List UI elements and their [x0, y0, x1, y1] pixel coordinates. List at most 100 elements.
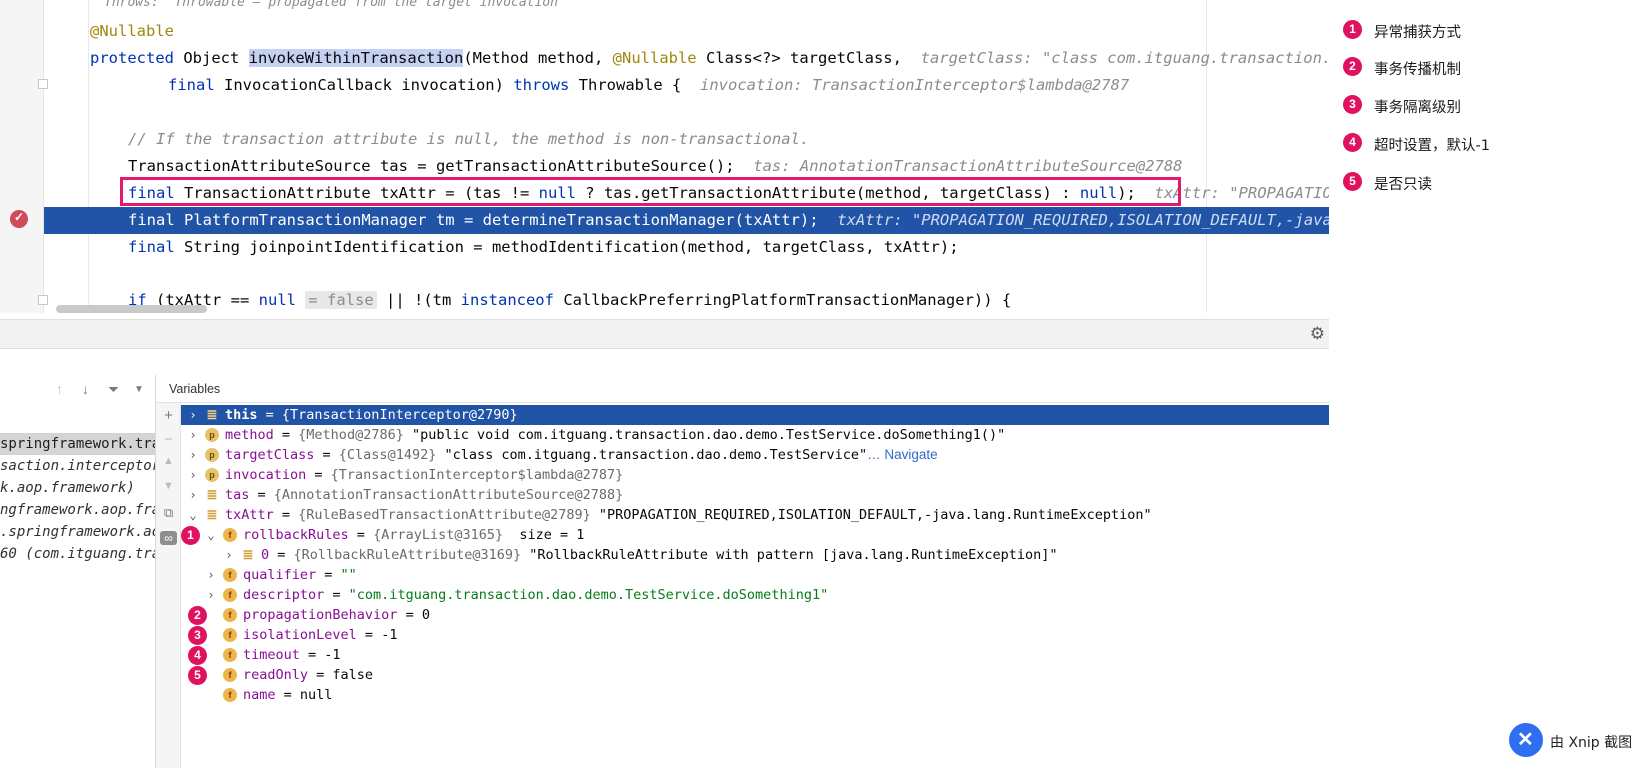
variable-eq: =: [249, 487, 274, 503]
frame-item[interactable]: springframework.tra: [0, 433, 155, 455]
code-keyword: final: [128, 238, 175, 256]
variable-row[interactable]: f propagationBehavior = 0: [181, 605, 1329, 625]
variable-value: null: [299, 687, 333, 703]
code-params: Class<?> targetClass,: [706, 49, 902, 67]
expand-arrow-icon[interactable]: ›: [187, 405, 199, 425]
variable-text: descriptor = "com.itguang.transaction.da…: [243, 585, 828, 605]
variable-eq: =: [306, 467, 331, 483]
variable-row[interactable]: › ≣ this = {TransactionInterceptor@2790}: [181, 405, 1329, 425]
code-keyword: final: [168, 76, 215, 94]
field-icon: f: [223, 688, 237, 702]
arrow-up-icon[interactable]: ↑: [56, 381, 63, 397]
remove-watch-icon[interactable]: −: [160, 431, 177, 448]
expand-arrow-icon[interactable]: ›: [205, 565, 217, 585]
variable-row[interactable]: › p targetClass = {Class@1492} "class com.…: [181, 445, 1329, 465]
horizontal-scrollbar[interactable]: [56, 305, 207, 313]
legend-text: 异常捕获方式: [1374, 25, 1461, 41]
navigate-link[interactable]: … Navigate: [867, 447, 938, 462]
code-keyword: instanceof: [460, 291, 554, 309]
code-params: (Method method,: [463, 49, 604, 67]
expand-arrow-icon[interactable]: ›: [187, 445, 199, 465]
variable-name: tas: [225, 487, 250, 503]
add-watch-icon[interactable]: +: [160, 407, 177, 424]
fold-marker-icon[interactable]: [38, 295, 48, 305]
breakpoint-icon[interactable]: [10, 210, 28, 228]
annotation-badge: 1: [181, 526, 200, 545]
variable-row[interactable]: f name = null: [181, 685, 1329, 705]
variable-text: method = {Method@2786} "public void com.…: [225, 425, 1005, 445]
collapse-arrow-icon[interactable]: ⌄: [205, 525, 217, 545]
frame-item[interactable]: ngframework.aop.fram: [0, 499, 155, 521]
debug-toolbar: ⚙: [0, 319, 1329, 349]
variable-row[interactable]: ⌄ f rollbackRules = {ArrayList@3165} size …: [181, 525, 1329, 545]
frame-item[interactable]: .springframework.aop: [0, 521, 155, 543]
javadoc-throws: Throws: Throwable – propagated from the …: [104, 0, 558, 10]
legend-text: 事务隔离级别: [1374, 100, 1461, 116]
parameter-icon: p: [205, 468, 219, 482]
variable-name: method: [225, 427, 274, 443]
move-up-icon[interactable]: ▲: [160, 455, 177, 467]
code-text: TransactionAttributeSource tas = getTran…: [128, 157, 735, 175]
chevron-down-icon[interactable]: ▼: [134, 384, 144, 395]
inline-debug-hint: targetClass: "class com.itguang.transact…: [920, 49, 1329, 67]
variable-row[interactable]: › p invocation = {TransactionInterceptor$l…: [181, 465, 1329, 485]
variable-eq: =: [397, 607, 422, 623]
variable-text: propagationBehavior = 0: [243, 605, 430, 625]
variable-name: name: [243, 687, 276, 703]
object-icon: ≣: [242, 547, 254, 562]
variables-tree[interactable]: › ≣ this = {TransactionInterceptor@2790} › p…: [181, 403, 1329, 768]
expand-arrow-icon[interactable]: ›: [187, 425, 199, 445]
variable-row[interactable]: › p method = {Method@2786} "public void co…: [181, 425, 1329, 445]
variable-ref: {TransactionInterceptor@2790}: [281, 407, 518, 423]
object-icon: ≣: [206, 407, 218, 422]
current-execution-line[interactable]: final PlatformTransactionManager tm = de…: [44, 207, 1329, 234]
variable-eq: =: [324, 587, 349, 603]
field-icon: f: [223, 608, 237, 622]
move-down-icon[interactable]: ▼: [160, 480, 177, 492]
collapse-arrow-icon[interactable]: ⌄: [187, 505, 199, 525]
variable-name: isolationLevel: [243, 627, 357, 643]
variable-text: txAttr = {RuleBasedTransactionAttribute@…: [225, 505, 1152, 525]
frames-toolbar: ↑ ↓ ⏷ ▼: [0, 375, 155, 405]
arrow-down-icon[interactable]: ↓: [82, 381, 89, 397]
expand-arrow-icon[interactable]: ›: [223, 545, 235, 565]
code-method-name[interactable]: invokeWithinTransaction: [248, 49, 464, 67]
fold-marker-icon[interactable]: [38, 79, 48, 89]
variable-ref: {AnnotationTransactionAttributeSource@27…: [273, 487, 624, 503]
editor-gutter[interactable]: [0, 0, 48, 313]
code-line-tas: TransactionAttributeSource tas = getTran…: [128, 153, 1183, 180]
frames-panel[interactable]: ↑ ↓ ⏷ ▼ springframework.tra saction.inte…: [0, 375, 156, 768]
variable-row[interactable]: ⌄ ≣ txAttr = {RuleBasedTransactionAttribut…: [181, 505, 1329, 525]
infinity-icon[interactable]: ∞: [160, 531, 177, 545]
variable-row[interactable]: › ≣ tas = {AnnotationTransactionAttributeS…: [181, 485, 1329, 505]
variable-value: "PROPAGATION_REQUIRED,ISOLATION_DEFAULT,…: [590, 507, 1152, 523]
variables-sidebar: + − ▲ ▼ ⧉ ∞: [156, 403, 181, 768]
frame-item[interactable]: 60 (com.itguang.tra: [0, 543, 155, 565]
expand-arrow-icon[interactable]: ›: [187, 485, 199, 505]
variable-value: "com.itguang.transaction.dao.demo.TestSe…: [348, 587, 829, 603]
variable-row[interactable]: f readOnly = false: [181, 665, 1329, 685]
variable-name: 0: [261, 547, 270, 563]
variable-row[interactable]: › ≣ 0 = {RollbackRuleAttribute@3169} "Roll…: [181, 545, 1329, 565]
variable-text: name = null: [243, 685, 332, 705]
expand-arrow-icon[interactable]: ›: [187, 465, 199, 485]
variable-row[interactable]: › f descriptor = "com.itguang.transaction.…: [181, 585, 1329, 605]
code-editor[interactable]: Throws: Throwable – propagated from the …: [0, 0, 1329, 313]
filter-icon[interactable]: ⏷: [108, 381, 119, 398]
copy-icon[interactable]: ⧉: [160, 505, 177, 521]
variable-eq: =: [269, 547, 294, 563]
variable-name: rollbackRules: [243, 527, 349, 543]
gear-icon[interactable]: ⚙: [1310, 324, 1325, 344]
code-type: Object: [183, 49, 240, 67]
variable-name: descriptor: [243, 587, 325, 603]
variable-name: readOnly: [243, 667, 309, 683]
variable-row[interactable]: f timeout = -1: [181, 645, 1329, 665]
indent-guide: [88, 0, 89, 313]
expand-arrow-icon[interactable]: ›: [205, 585, 217, 605]
variable-row[interactable]: f isolationLevel = -1: [181, 625, 1329, 645]
variable-row[interactable]: › f qualifier = "": [181, 565, 1329, 585]
field-icon: f: [223, 648, 237, 662]
frame-item[interactable]: saction.interceptor: [0, 455, 155, 477]
annotation-badge: 4: [188, 646, 207, 665]
frame-item[interactable]: k.aop.framework): [0, 477, 135, 499]
